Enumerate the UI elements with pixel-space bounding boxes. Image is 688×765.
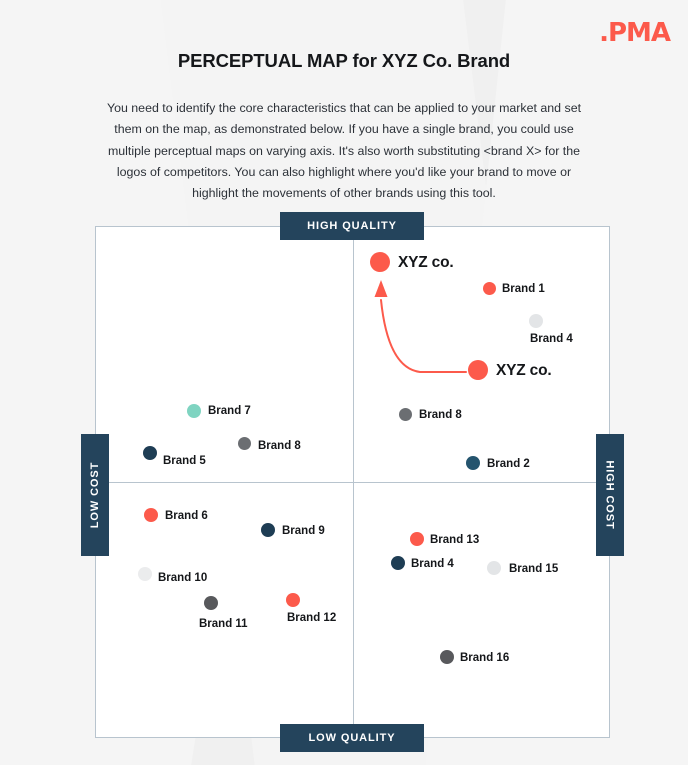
data-point[interactable] [468,360,488,380]
data-point[interactable] [143,446,157,460]
data-point-label: Brand 4 [530,333,573,345]
data-point[interactable] [466,456,480,470]
perceptual-map-page: .PMA PERCEPTUAL MAP for XYZ Co. Brand Yo… [0,0,688,765]
axis-label-low-cost: LOW COST [81,434,109,556]
data-point-label: Brand 1 [502,283,545,295]
data-point-label: Brand 8 [258,440,301,452]
data-point-label: Brand 15 [509,563,559,575]
data-point-label: Brand 10 [158,572,208,584]
data-point-label: Brand 5 [163,455,206,467]
pma-logo: .PMA [599,18,671,48]
data-point-label: Brand 2 [487,458,530,470]
axis-label-low-cost-text: LOW COST [89,461,102,529]
axis-label-low-quality-text: LOW QUALITY [308,732,396,744]
data-point-label: XYZ co. [398,254,454,271]
data-point-label: Brand 7 [208,405,251,417]
data-point-label: XYZ co. [496,362,552,379]
data-point[interactable] [398,407,412,421]
axis-label-high-quality: HIGH QUALITY [280,212,424,240]
data-point-label: Brand 11 [199,618,248,630]
data-point[interactable] [487,561,501,575]
data-point[interactable] [482,281,496,295]
data-point-label: Brand 6 [165,510,208,522]
data-point-label: Brand 4 [411,558,454,570]
axis-label-low-quality: LOW QUALITY [280,724,424,752]
data-point-label: Brand 12 [287,612,337,624]
data-point-label: Brand 8 [419,409,462,421]
data-point[interactable] [370,252,390,272]
data-point[interactable] [391,556,405,570]
horizontal-axis-line [96,482,609,483]
data-point[interactable] [204,596,218,610]
page-description: You need to identify the core characteri… [106,101,582,201]
logo-text: .PMA [599,18,671,48]
page-title: PERCEPTUAL MAP for XYZ Co. Brand [177,50,511,71]
data-point-label: Brand 9 [282,525,325,537]
data-point-label: Brand 16 [460,652,510,664]
axis-label-high-cost-text: HIGH COST [604,460,616,530]
data-point[interactable] [187,404,201,418]
axis-label-high-cost: HIGH COST [596,434,624,556]
data-point[interactable] [237,436,251,450]
data-point[interactable] [261,523,275,537]
data-point[interactable] [144,508,158,522]
data-point[interactable] [529,314,543,328]
perceptual-map-chart [95,226,610,738]
data-point[interactable] [286,593,300,607]
data-point[interactable] [440,650,454,664]
data-point-label: Brand 13 [430,534,480,546]
axis-label-high-quality-text: HIGH QUALITY [307,220,397,232]
data-point[interactable] [138,567,152,581]
data-point[interactable] [410,532,424,546]
